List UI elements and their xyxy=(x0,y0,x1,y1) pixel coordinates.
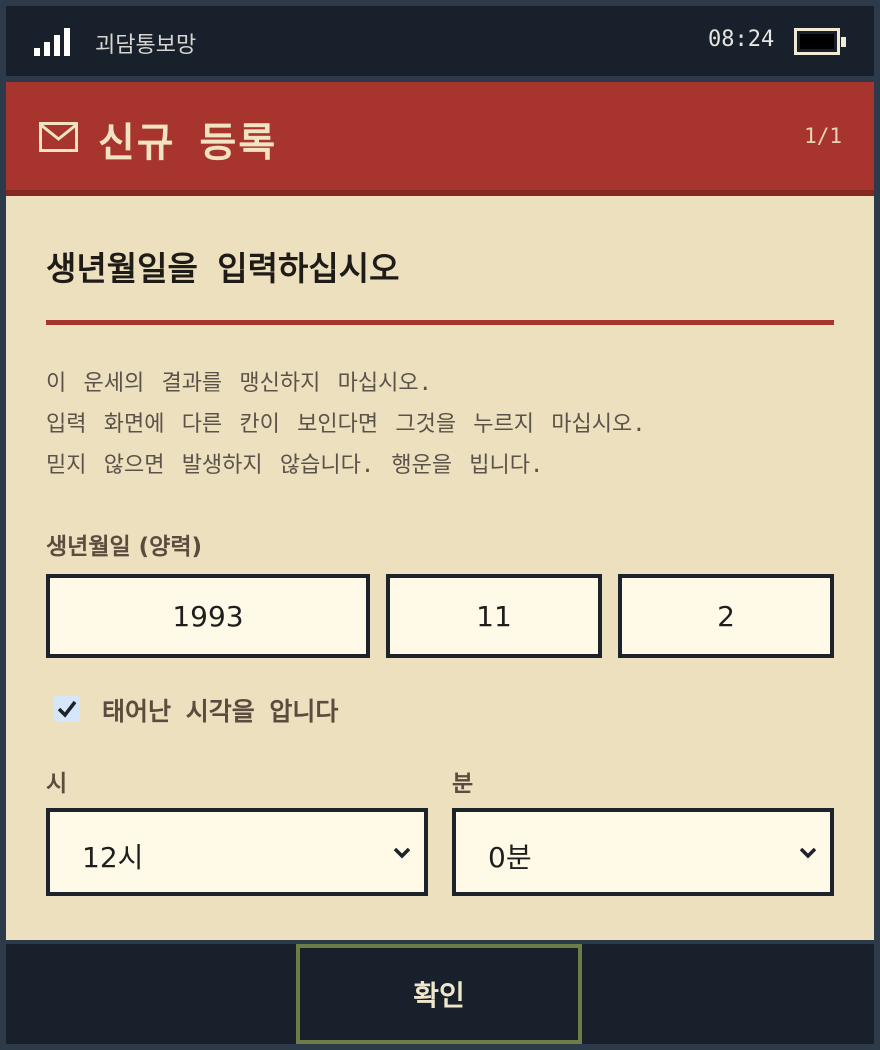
hour-label: 시 xyxy=(46,771,68,797)
notice-text: 이 운세의 결과를 맹신하지 마십시오. 입력 화면에 다른 칸이 보인다면 그… xyxy=(46,363,846,486)
minute-label: 분 xyxy=(452,771,474,797)
chevron-down-icon xyxy=(799,847,817,859)
battery-full-icon xyxy=(794,28,846,55)
checkmark-icon xyxy=(57,700,77,718)
minute-select-value: 0분 xyxy=(488,841,532,874)
birth-year-input[interactable]: 1993 xyxy=(46,574,370,658)
heading-divider xyxy=(46,320,834,325)
footer-bar: 확인 xyxy=(6,944,874,1044)
status-bar: 괴담통보망 08:24 xyxy=(6,6,874,76)
chevron-down-icon xyxy=(393,847,411,859)
hour-select-value: 12시 xyxy=(82,841,144,874)
birth-day-input[interactable]: 2 xyxy=(618,574,834,658)
signal-bars-icon xyxy=(34,26,72,56)
mail-icon xyxy=(39,122,78,152)
know-time-checkbox[interactable] xyxy=(54,696,80,722)
birth-month-input[interactable]: 11 xyxy=(386,574,602,658)
minute-select[interactable]: 0분 xyxy=(452,808,834,896)
birthdate-label: 생년월일 (양력) xyxy=(46,534,202,560)
status-time: 08:24 xyxy=(708,27,775,52)
know-time-label[interactable]: 태어난 시각을 압니다 xyxy=(102,692,338,728)
confirm-button[interactable]: 확인 xyxy=(296,944,582,1044)
page-title: 신규 등록 xyxy=(98,120,278,166)
form-heading: 생년월일을 입력하십시오 xyxy=(46,249,400,288)
registration-form: 생년월일을 입력하십시오 이 운세의 결과를 맹신하지 마십시오. 입력 화면에… xyxy=(6,196,874,940)
page-indicator: 1/1 xyxy=(804,124,842,148)
hour-select[interactable]: 12시 xyxy=(46,808,428,896)
notice-line: 이 운세의 결과를 맹신하지 마십시오. xyxy=(46,371,432,396)
app-frame: 괴담통보망 08:24 신규 등록 1/1 생년월일을 입력하십시오 이 운세의… xyxy=(0,0,880,1050)
page-header: 신규 등록 1/1 xyxy=(6,82,874,196)
carrier-name: 괴담통보망 xyxy=(95,33,197,58)
notice-line: 믿지 않으면 발생하지 않습니다. 행운을 빕니다. xyxy=(46,453,544,478)
notice-line: 입력 화면에 다른 칸이 보인다면 그것을 누르지 마십시오. xyxy=(46,412,646,437)
